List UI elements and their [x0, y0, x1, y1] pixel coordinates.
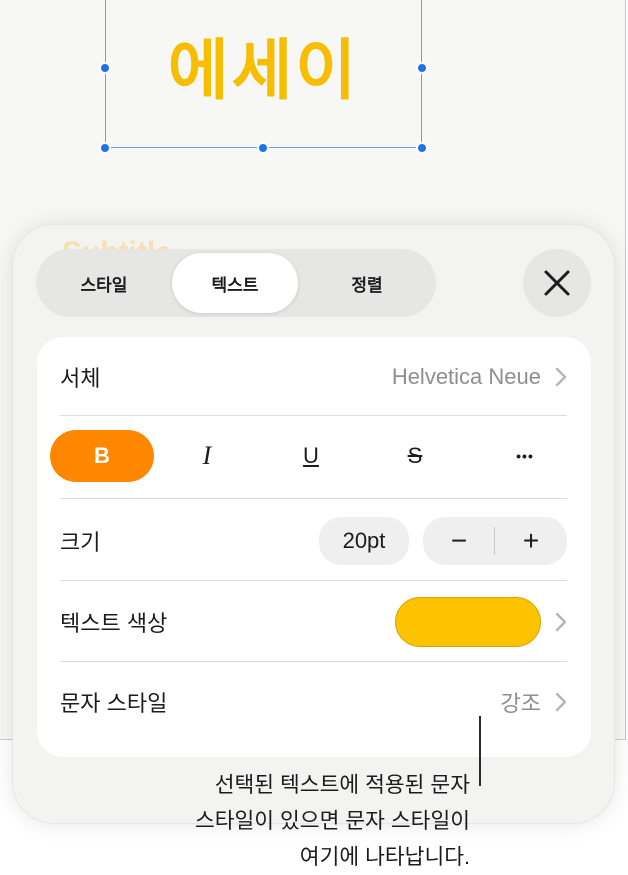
more-options-button[interactable]: •••: [473, 430, 577, 482]
close-button[interactable]: [523, 249, 591, 317]
character-style-label: 문자 스타일: [60, 691, 168, 716]
resize-handle-right[interactable]: [416, 62, 428, 74]
callout-line-1: 선택된 텍스트에 적용된 문자: [214, 773, 470, 797]
tab-text[interactable]: 텍스트: [172, 253, 298, 313]
resize-handle-bottom-left[interactable]: [99, 142, 111, 154]
divider: [60, 580, 567, 581]
text-color-swatch[interactable]: [395, 597, 541, 647]
size-value[interactable]: 20pt: [319, 517, 409, 565]
italic-button[interactable]: I: [155, 430, 259, 482]
chevron-right-icon: [555, 692, 567, 712]
size-increment-button[interactable]: +: [495, 517, 567, 565]
strikethrough-button[interactable]: S: [363, 430, 467, 482]
underline-button[interactable]: U: [259, 430, 363, 482]
text-options-card: 서체 Helvetica Neue B I U S ••• 크기 20pt − …: [37, 337, 591, 757]
callout-text: 선택된 텍스트에 적용된 문자 스타일이 있으면 문자 스타일이 여기에 나타납…: [70, 767, 470, 875]
font-row[interactable]: 서체 Helvetica Neue: [60, 355, 567, 399]
size-label: 크기: [60, 530, 101, 555]
tab-style[interactable]: 스타일: [40, 253, 168, 313]
text-color-row[interactable]: 텍스트 색상: [60, 596, 567, 648]
document-title-text[interactable]: 에세이: [105, 26, 422, 116]
divider: [60, 498, 567, 499]
size-stepper: − +: [423, 517, 567, 565]
character-style-value: 강조: [500, 691, 541, 716]
character-style-row[interactable]: 문자 스타일 강조: [60, 679, 567, 725]
size-decrement-button[interactable]: −: [423, 517, 495, 565]
bold-button[interactable]: B: [50, 430, 154, 482]
text-color-label: 텍스트 색상: [60, 611, 168, 636]
divider: [60, 415, 567, 416]
callout-line: [479, 716, 481, 786]
chevron-right-icon: [555, 367, 567, 387]
size-row: 크기 20pt − +: [60, 517, 567, 565]
resize-handle-bottom-right[interactable]: [416, 142, 428, 154]
divider: [60, 661, 567, 662]
resize-handle-left[interactable]: [99, 62, 111, 74]
close-icon: [544, 270, 570, 296]
chevron-right-icon: [555, 612, 567, 632]
format-tab-control: 스타일 텍스트 정렬: [36, 249, 436, 317]
font-value: Helvetica Neue: [391, 364, 541, 389]
tab-arrange[interactable]: 정렬: [302, 253, 432, 313]
callout-line-2: 스타일이 있으면 문자 스타일이: [194, 809, 470, 833]
font-label: 서체: [60, 366, 101, 391]
resize-handle-bottom[interactable]: [257, 142, 269, 154]
